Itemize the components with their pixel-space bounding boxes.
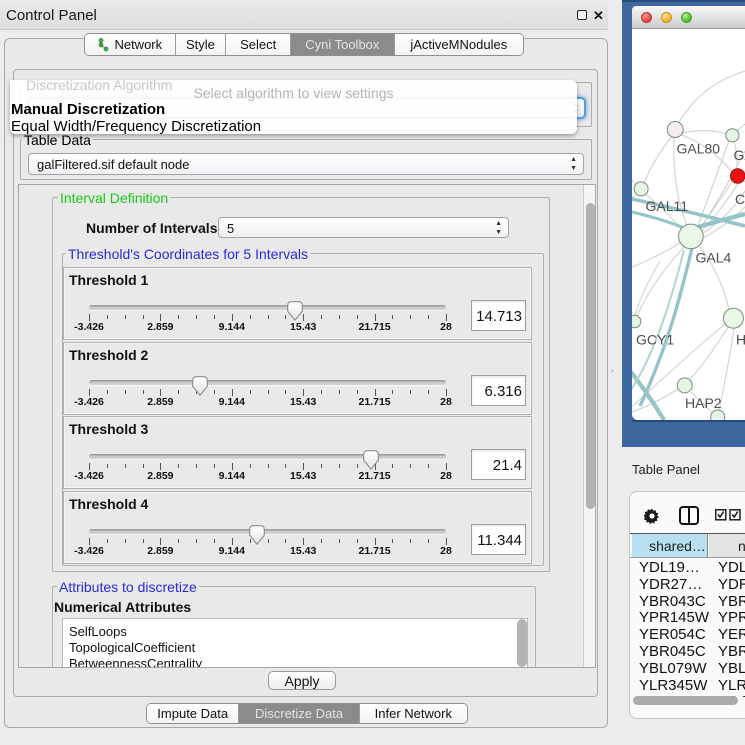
svg-text:GAL11: GAL11: [646, 198, 689, 214]
svg-text:HIS: HIS: [736, 332, 745, 348]
svg-text:HAP2: HAP2: [685, 395, 722, 411]
svg-text:GAL80: GAL80: [677, 141, 721, 157]
svg-text:GAL7: GAL7: [734, 147, 745, 163]
svg-text:CYC: CYC: [735, 191, 745, 207]
svg-text:GAL4: GAL4: [696, 250, 732, 266]
svg-text:GCY1: GCY1: [636, 332, 674, 348]
